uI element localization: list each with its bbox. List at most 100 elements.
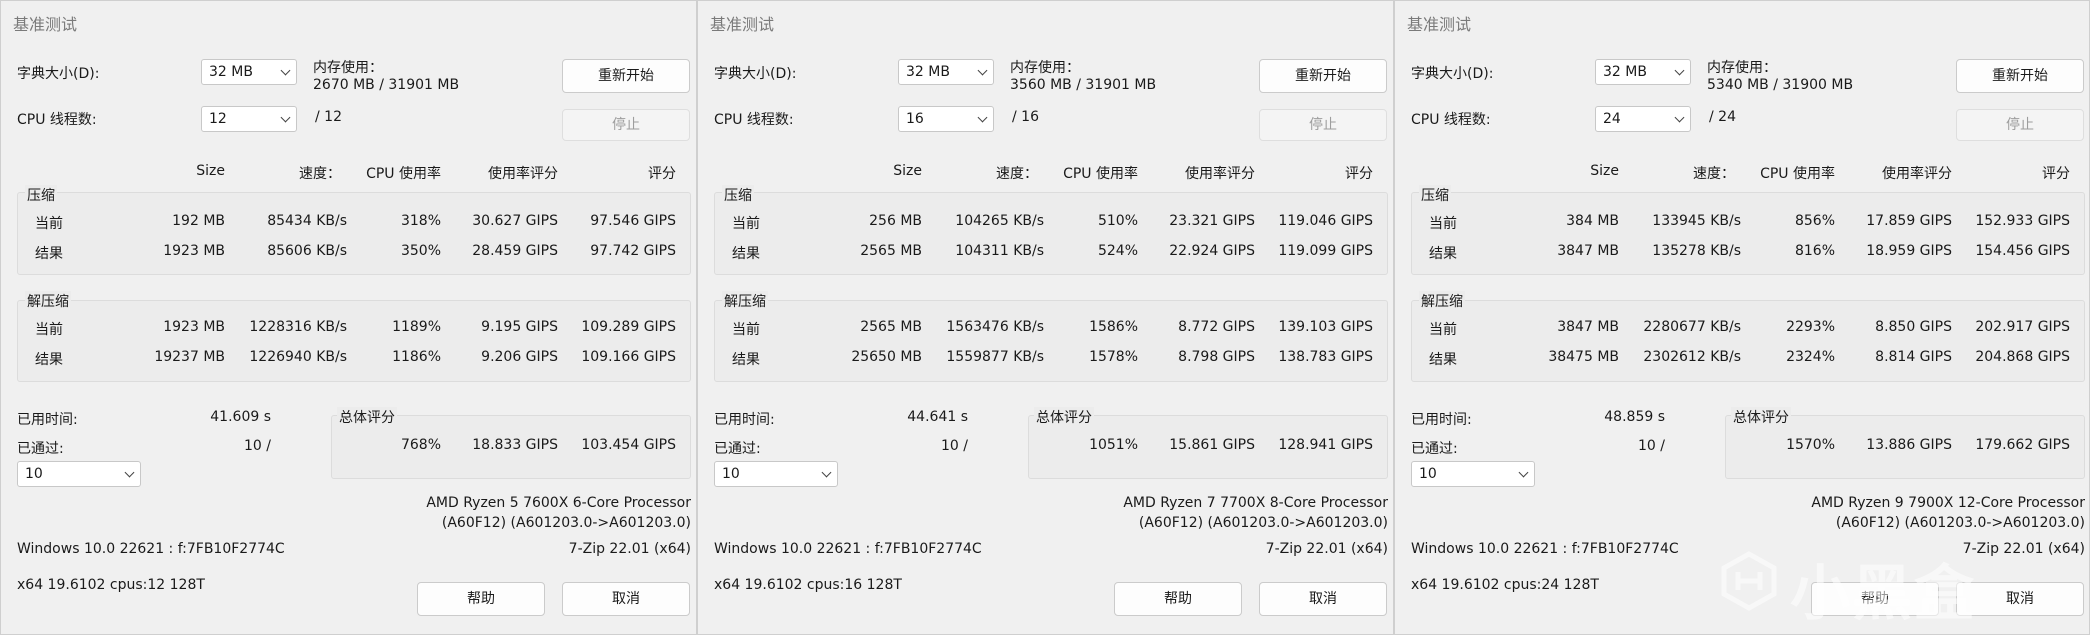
compress-result-rating-usage: 22.924 GIPS (1169, 243, 1255, 259)
cpu-threads-select[interactable]: 24 (1595, 106, 1691, 132)
decompress-current-rating-usage: 8.772 GIPS (1178, 319, 1255, 335)
help-button[interactable]: 帮助 (417, 582, 545, 616)
compress-current-size: 384 MB (1566, 213, 1619, 229)
decompress-current-rating-usage: 9.195 GIPS (481, 319, 558, 335)
decompress-current-size: 3847 MB (1557, 319, 1619, 335)
compress-result-rating: 97.742 GIPS (590, 243, 676, 259)
passes-select[interactable]: 10 (714, 461, 838, 487)
help-button[interactable]: 帮助 (1114, 582, 1242, 616)
arch-info: x64 19.6102 cpus:12 128T (17, 577, 205, 593)
cancel-button[interactable]: 取消 (1259, 582, 1387, 616)
dict-size-select[interactable]: 32 MB (898, 59, 994, 85)
decompress-result-size: 19237 MB (154, 349, 225, 365)
compress-current-rating-usage: 23.321 GIPS (1169, 213, 1255, 229)
xiaoheihe-logo-icon (1721, 551, 1777, 611)
compress-current-label: 当前 (35, 216, 63, 232)
compress-current-speed: 85434 KB/s (267, 213, 347, 229)
compress-group (714, 192, 1388, 275)
col-header-speed: 速度： (299, 166, 341, 182)
col-header-rating: 评分 (648, 166, 676, 182)
compress-current-usage: 318% (400, 213, 441, 229)
cancel-button[interactable]: 取消 (562, 582, 690, 616)
passed-value: 10 / (1638, 438, 1665, 454)
cpu-id: (A60F12) (A601203.0->A601203.0) (441, 515, 691, 531)
total-rating-value: 103.454 GIPS (581, 437, 676, 453)
total-usage: 1570% (1786, 437, 1835, 453)
decompress-group-label: 解压缩 (25, 291, 71, 311)
compress-result-rating-usage: 28.459 GIPS (472, 243, 558, 259)
decompress-result-label: 结果 (35, 352, 63, 368)
compress-group-label: 压缩 (25, 185, 57, 205)
decompress-group-label: 解压缩 (1419, 291, 1465, 311)
decompress-current-rating: 139.103 GIPS (1278, 319, 1373, 335)
elapsed-label: 已用时间: (17, 412, 78, 428)
decompress-current-label: 当前 (35, 322, 63, 338)
passed-label: 已通过: (17, 441, 64, 457)
dict-size-select[interactable]: 32 MB (1595, 59, 1691, 85)
cpu-id: (A60F12) (A601203.0->A601203.0) (1835, 515, 2085, 531)
cpu-threads-select[interactable]: 16 (898, 106, 994, 132)
decompress-result-rating: 204.868 GIPS (1975, 349, 2070, 365)
passed-label: 已通过: (714, 441, 761, 457)
decompress-result-rating-usage: 8.798 GIPS (1178, 349, 1255, 365)
restart-button[interactable]: 重新开始 (1956, 59, 2084, 93)
cpu-threads-select[interactable]: 12 (201, 106, 297, 132)
benchmark-window-2: 基准测试 字典大小(D): 32 MB 内存使用： 3560 MB / 3190… (697, 0, 1394, 635)
passes-select[interactable]: 10 (17, 461, 141, 487)
total-rating-label: 总体评分 (1731, 407, 1791, 427)
stop-button[interactable]: 停止 (1259, 109, 1387, 141)
decompress-current-size: 2565 MB (860, 319, 922, 335)
col-header-cpu-usage: CPU 使用率 (1063, 166, 1138, 182)
dict-size-select[interactable]: 32 MB (201, 59, 297, 85)
decompress-current-usage: 1586% (1089, 319, 1138, 335)
decompress-result-label: 结果 (1429, 352, 1457, 368)
memory-usage-value: 5340 MB / 31900 MB (1707, 77, 1854, 93)
stop-button[interactable]: 停止 (562, 109, 690, 141)
chevron-down-icon (821, 467, 832, 478)
passed-value: 10 / (244, 438, 271, 454)
passed-label: 已通过: (1411, 441, 1458, 457)
cpu-threads-max: / 16 (1012, 109, 1039, 125)
col-header-rating-usage: 使用率评分 (488, 166, 558, 182)
decompress-result-rating: 138.783 GIPS (1278, 349, 1373, 365)
decompress-result-speed: 1226940 KB/s (249, 349, 347, 365)
compress-group (17, 192, 691, 275)
total-rating-label: 总体评分 (1034, 407, 1094, 427)
stop-button[interactable]: 停止 (1956, 109, 2084, 141)
total-usage: 768% (400, 437, 441, 453)
passes-select-value: 10 (25, 466, 43, 482)
compress-group-label: 压缩 (722, 185, 754, 205)
cpu-name: AMD Ryzen 5 7600X 6-Core Processor (426, 495, 691, 511)
dict-size-value: 32 MB (906, 64, 950, 80)
total-rating-value: 128.941 GIPS (1278, 437, 1373, 453)
memory-usage-label: 内存使用： (313, 60, 383, 76)
compress-current-size: 192 MB (172, 213, 225, 229)
total-usage: 1051% (1089, 437, 1138, 453)
decompress-current-rating: 202.917 GIPS (1975, 319, 2070, 335)
memory-usage-label: 内存使用： (1707, 60, 1777, 76)
decompress-group (714, 300, 1388, 382)
dict-size-label: 字典大小(D): (1411, 66, 1494, 82)
elapsed-value: 48.859 s (1604, 409, 1665, 425)
compress-current-rating: 152.933 GIPS (1975, 213, 2070, 229)
total-rating-usage: 15.861 GIPS (1169, 437, 1255, 453)
restart-button[interactable]: 重新开始 (562, 59, 690, 93)
decompress-current-usage: 1189% (392, 319, 441, 335)
passes-select[interactable]: 10 (1411, 461, 1535, 487)
version-info: 7-Zip 22.01 (x64) (568, 541, 691, 557)
decompress-result-speed: 2302612 KB/s (1643, 349, 1741, 365)
dict-size-label: 字典大小(D): (17, 66, 100, 82)
decompress-result-rating-usage: 9.206 GIPS (481, 349, 558, 365)
restart-button[interactable]: 重新开始 (1259, 59, 1387, 93)
version-info: 7-Zip 22.01 (x64) (1265, 541, 1388, 557)
arch-info: x64 19.6102 cpus:24 128T (1411, 577, 1599, 593)
compress-group-label: 压缩 (1419, 185, 1451, 205)
chevron-down-icon (977, 112, 988, 123)
chevron-down-icon (280, 112, 291, 123)
col-header-size: Size (893, 163, 922, 179)
col-header-cpu-usage: CPU 使用率 (1760, 166, 1835, 182)
total-rating-usage: 13.886 GIPS (1866, 437, 1952, 453)
cpu-threads-label: CPU 线程数: (1411, 112, 1491, 128)
chevron-down-icon (1674, 112, 1685, 123)
chevron-down-icon (1518, 467, 1529, 478)
